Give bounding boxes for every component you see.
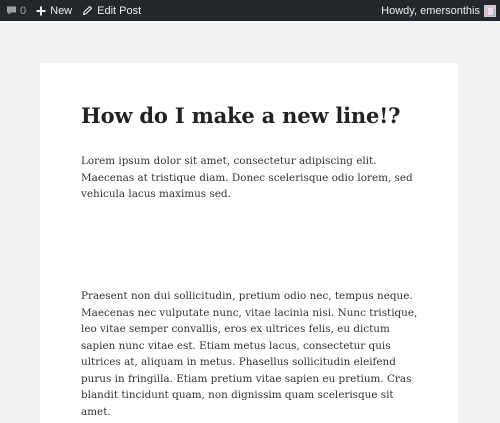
post-paragraph: Lorem ipsum dolor sit amet, consectetur … xyxy=(81,155,413,200)
post-paragraph: Praesent non dui sollicitudin, pretium o… xyxy=(81,290,418,418)
admin-bar: 0 New Edit Post Howdy, emersonthis xyxy=(0,0,500,21)
post-title: How do I make a new line!? xyxy=(81,103,401,128)
post-article: How do I make a new line!? Lorem ipsum d… xyxy=(40,63,458,423)
edit-post-label: Edit Post xyxy=(97,4,142,17)
new-button[interactable]: New xyxy=(33,0,79,21)
plus-icon xyxy=(36,6,46,16)
admin-bar-left: 0 New Edit Post xyxy=(3,0,148,21)
avatar xyxy=(484,4,496,17)
comments-link[interactable]: 0 xyxy=(3,0,33,21)
speech-bubble-icon xyxy=(6,5,17,16)
account-menu[interactable]: Howdy, emersonthis xyxy=(381,0,496,21)
new-label: New xyxy=(50,4,73,17)
comments-count: 0 xyxy=(20,4,27,17)
edit-post-button[interactable]: Edit Post xyxy=(79,0,148,21)
pencil-icon xyxy=(82,5,93,16)
howdy-text: Howdy, emersonthis xyxy=(381,4,480,17)
